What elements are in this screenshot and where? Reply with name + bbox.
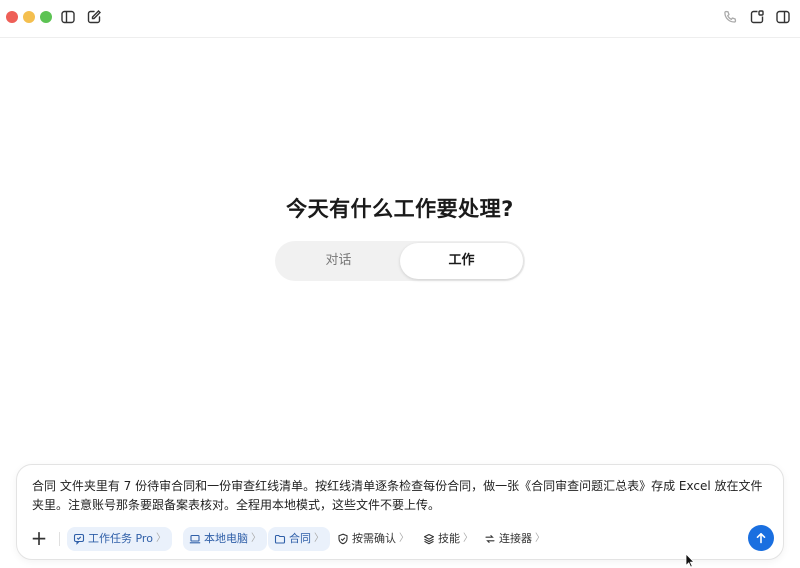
title-bar: [0, 0, 800, 38]
chevron-right-icon: 〉: [155, 533, 166, 544]
sidebar-toggle-icon[interactable]: [60, 9, 76, 25]
connectors-chip[interactable]: 连接器 〉: [480, 527, 549, 551]
close-window-button[interactable]: [6, 11, 18, 23]
folder-chip[interactable]: 合同 〉: [268, 527, 330, 551]
connector-icon: [485, 535, 495, 543]
new-window-icon[interactable]: [749, 9, 765, 25]
chevron-right-icon: 〉: [535, 533, 545, 544]
send-button[interactable]: [748, 525, 774, 551]
prompt-composer[interactable]: 合同 文件夹里有 7 份待审合同和一份审查红线清单。按红线清单逐条检查每份合同，…: [16, 464, 784, 560]
page-title: 今天有什么工作要处理?: [286, 197, 514, 221]
right-panel-icon[interactable]: [775, 9, 791, 25]
shield-check-icon: [338, 533, 348, 545]
laptop-icon: [189, 534, 201, 544]
phone-icon[interactable]: [722, 9, 738, 25]
location-label: 本地电脑: [204, 532, 248, 545]
location-chip[interactable]: 本地电脑 〉: [183, 527, 267, 551]
folder-icon: [274, 534, 286, 544]
task-mode-label: 工作任务 Pro: [88, 532, 153, 545]
arrow-up-icon: [756, 533, 766, 544]
composer-toolbar: + 工作任务 Pro 〉 本地电脑 〉 合同 〉 按需确认 〉 技能 〉 连接器…: [27, 527, 775, 551]
app-window: 今天有什么工作要处理? 对话 工作 合同 文件夹里有 7 份待审合同和一份审查红…: [0, 0, 800, 568]
chevron-right-icon: 〉: [251, 533, 261, 544]
folder-label: 合同: [289, 532, 311, 545]
toolbar-divider: [59, 532, 60, 546]
tab-chat[interactable]: 对话: [277, 243, 400, 279]
confirm-mode-label: 按需确认: [352, 532, 396, 545]
connectors-label: 连接器: [499, 532, 532, 545]
prompt-input[interactable]: 合同 文件夹里有 7 份待审合同和一份审查红线清单。按红线清单逐条检查每份合同，…: [32, 477, 772, 515]
mode-toggle: 对话 工作: [275, 241, 525, 281]
chevron-right-icon: 〉: [399, 533, 409, 544]
task-mode-icon: [73, 533, 85, 545]
chevron-right-icon: 〉: [463, 533, 473, 544]
minimize-window-button[interactable]: [23, 11, 35, 23]
mouse-cursor-icon: [685, 553, 695, 568]
layers-icon: [423, 533, 435, 545]
task-mode-chip[interactable]: 工作任务 Pro 〉: [67, 527, 172, 551]
compose-icon[interactable]: [86, 9, 102, 25]
tab-work[interactable]: 工作: [400, 243, 523, 279]
skills-chip[interactable]: 技能 〉: [419, 527, 477, 551]
skills-label: 技能: [438, 532, 460, 545]
chevron-right-icon: 〉: [314, 533, 324, 544]
maximize-window-button[interactable]: [40, 11, 52, 23]
add-attachment-button[interactable]: +: [29, 528, 49, 549]
confirm-mode-chip[interactable]: 按需确认 〉: [333, 527, 413, 551]
